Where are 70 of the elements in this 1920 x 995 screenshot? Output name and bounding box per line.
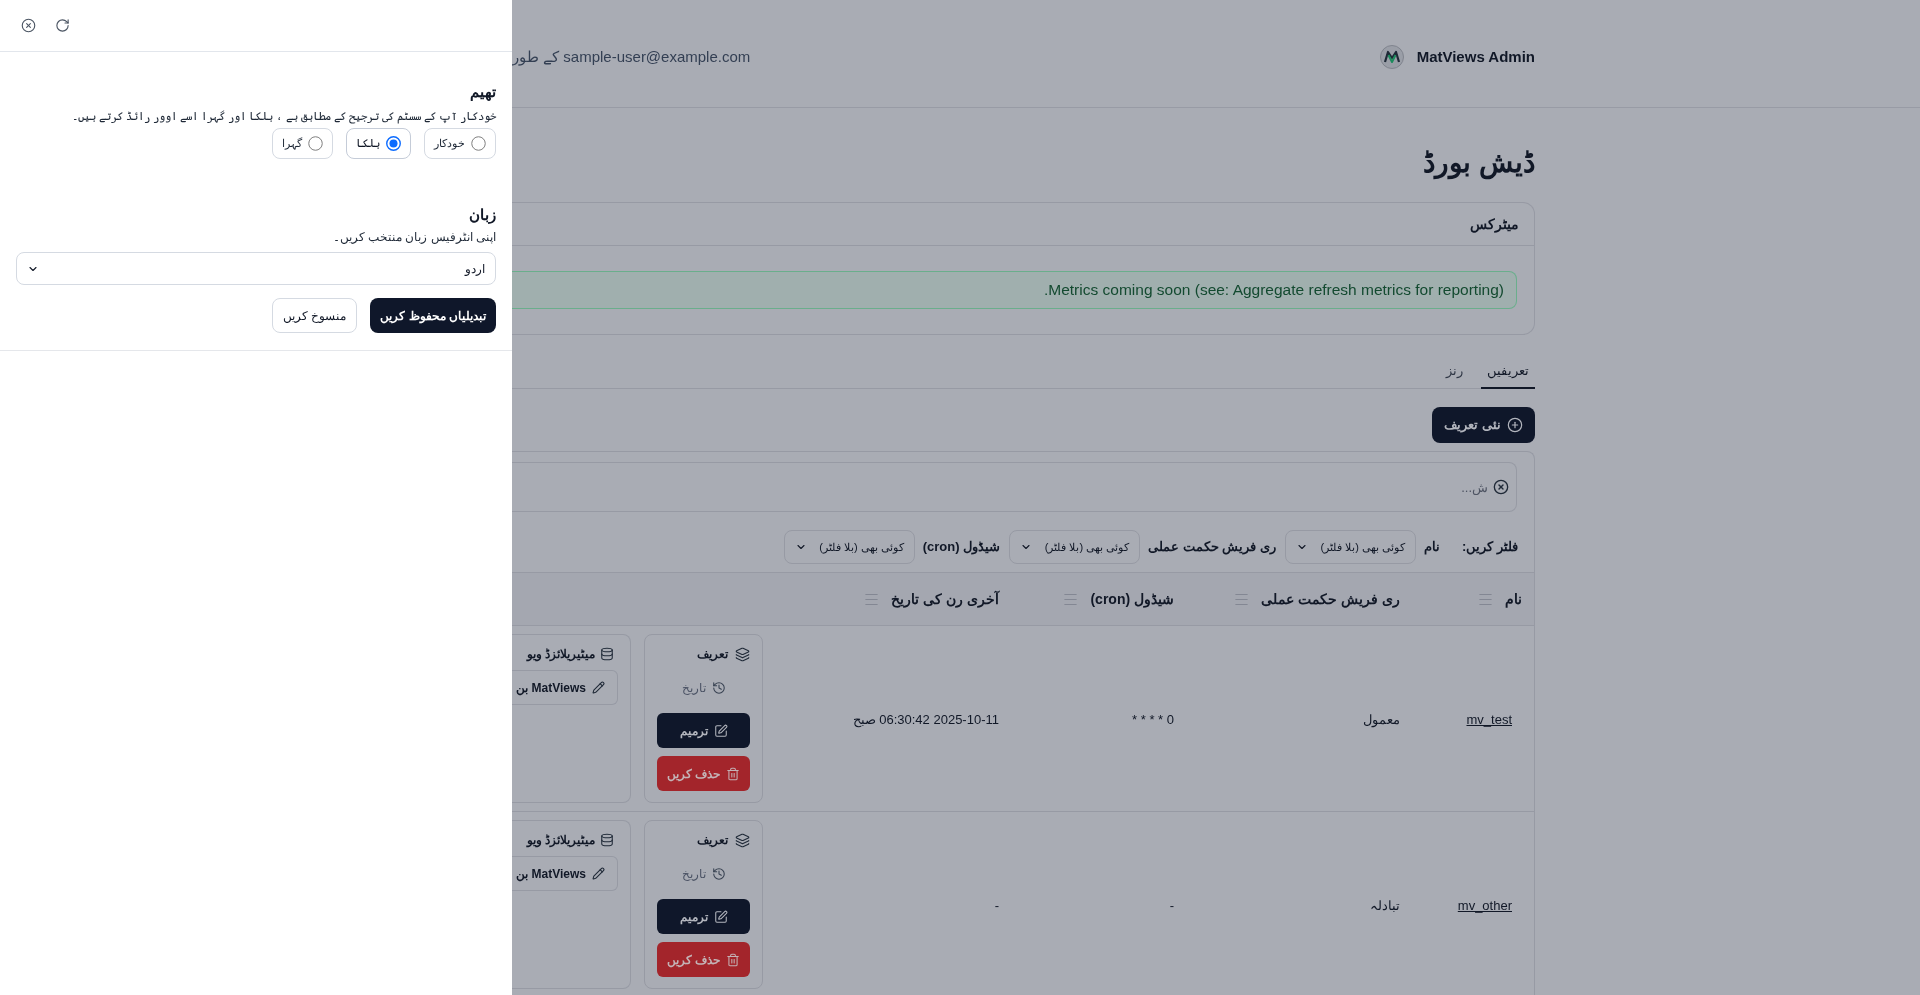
pencil-icon [592,867,605,880]
language-select[interactable]: اردو [16,252,496,285]
close-icon[interactable] [21,18,36,33]
panel-heading: تعریف [697,646,728,663]
card-title: میٹرکس [1470,214,1519,235]
database-icon [600,647,614,661]
column-header: شیڈول (cron) [1090,589,1174,610]
table-cell: - [1169,897,1174,913]
theme-option[interactable]: گہرا [272,128,333,159]
pencil-square-icon [713,723,728,738]
language-description: اپنی انٹرفیس زبان منتخب کریں۔ [331,229,496,245]
database-icon [600,833,614,847]
layers-icon [735,646,750,662]
circled-x-icon [1493,479,1509,495]
delete-button[interactable]: حذف کریں [657,942,750,977]
pencil-icon [592,681,605,694]
delete-button[interactable]: حذف کریں [657,756,750,791]
column-header: آخری رن کی تاریخ [891,589,999,610]
refresh-icon[interactable] [55,18,70,33]
plus-circle-icon [1507,417,1523,433]
theme-heading: تھیم [469,82,496,102]
tab[interactable]: تعریفیں [1481,354,1535,389]
cancel-button[interactable]: منسوخ کریں [272,298,358,333]
theme-option[interactable]: خودکار [424,128,496,159]
save-button[interactable]: تبدیلیاں محفوظ کریں [370,298,496,333]
column-header: ری فریش حکمت عملی [1261,589,1400,610]
option-label: خودکار [434,136,465,152]
filter-name-label: ری فریش حکمت عملی [1148,538,1277,557]
table-cell: معمول [1363,711,1400,727]
new-definition-button[interactable]: نئی تعریف [1432,407,1535,443]
panel-heading: میٹیریلائزڈ ویو [526,832,595,849]
panel-heading: تعریف [697,832,728,849]
table-cell: 0 * * * * [1132,711,1174,727]
panel-heading: میٹیریلائزڈ ویو [526,646,595,663]
filter-select[interactable]: کوئی بھی (بلا فلٹر) [783,530,915,564]
trash-icon [726,952,741,967]
table-cell: - [994,897,999,913]
theme-description: خودکار آپ کے سسٹم کی ترجیح کے مطابق ہے ، ہلکا اور گہرا اسے اوور رائڈ کرتے ہیں۔ [71,109,496,124]
filter-label: فلٹر کریں: [1462,538,1518,557]
history-icon [711,866,726,881]
table-cell: تبادلہ [1370,897,1400,913]
filter-select[interactable]: کوئی بھی (بلا فلٹر) [1285,530,1417,564]
tab[interactable]: رنز [1440,354,1469,389]
view-name-link[interactable]: mv_other [1457,897,1512,913]
filter-select[interactable]: کوئی بھی (بلا فلٹر) [1009,530,1141,564]
column-header: نام [1505,589,1522,610]
option-label: ہلکا [356,136,380,152]
history-button[interactable]: تاریخ [657,670,750,705]
app-name: MatViews Admin [1416,46,1535,67]
pencil-square-icon [713,909,728,924]
user-email-text: sample-user@example.com کے طور [512,46,751,68]
matviews-button[interactable]: MatViews بن [512,670,618,705]
filter-name-label: شیڈول (cron) [922,538,1001,557]
metrics-notice: Metrics coming soon (see: Aggregate refresh metrics for reporting). [512,271,1517,309]
history-button[interactable]: تاریخ [657,856,750,891]
option-label: گہرا [282,136,302,152]
edit-button[interactable]: ترمیم [657,899,750,934]
theme-option[interactable]: ہلکا [346,128,411,159]
trash-icon [726,766,741,781]
filter-name-label: نام [1424,538,1441,557]
edit-button[interactable]: ترمیم [657,713,750,748]
page-title: ڈیش بورڈ [1422,146,1535,181]
table-cell: 2025-10-11 06:30:42 صبح [852,711,999,727]
logo-icon [1379,45,1404,69]
language-heading: زبان [468,205,496,225]
view-name-link[interactable]: mv_test [1466,711,1512,727]
layers-icon [735,832,750,848]
history-icon [711,680,726,695]
matviews-button[interactable]: MatViews بن [512,856,618,891]
search-field[interactable]: ش... [512,462,1517,512]
